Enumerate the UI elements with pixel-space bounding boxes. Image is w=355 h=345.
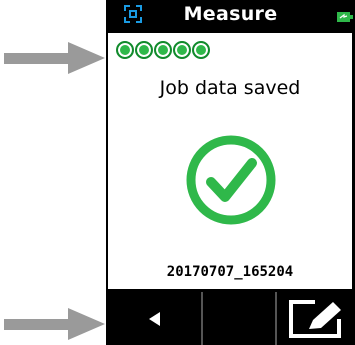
- back-button[interactable]: [108, 292, 203, 345]
- middle-softkey[interactable]: [203, 292, 277, 345]
- title-bar: Measure: [106, 0, 355, 33]
- progress-indicator: [116, 41, 210, 59]
- softkey-bar: [106, 289, 355, 345]
- progress-dot: [173, 41, 191, 59]
- callout-arrow-icon: [4, 42, 105, 74]
- device-screen: Measure Job data saved 20170707_165204: [106, 0, 355, 345]
- job-id-label: 20170707_165204: [166, 264, 294, 280]
- status-message: Job data saved: [159, 77, 301, 99]
- content-area: Job data saved 20170707_165204: [108, 33, 352, 289]
- progress-dot: [135, 41, 153, 59]
- edit-icon: [289, 299, 341, 338]
- progress-dot: [154, 41, 172, 59]
- screen-title: Measure: [183, 3, 278, 25]
- check-circle-icon: [186, 135, 276, 225]
- battery-icon: [337, 12, 353, 22]
- callout-arrow-icon: [4, 308, 105, 340]
- progress-dot: [192, 41, 210, 59]
- edit-button[interactable]: [277, 292, 355, 345]
- progress-dot: [116, 41, 134, 59]
- back-arrow-icon: [148, 311, 160, 326]
